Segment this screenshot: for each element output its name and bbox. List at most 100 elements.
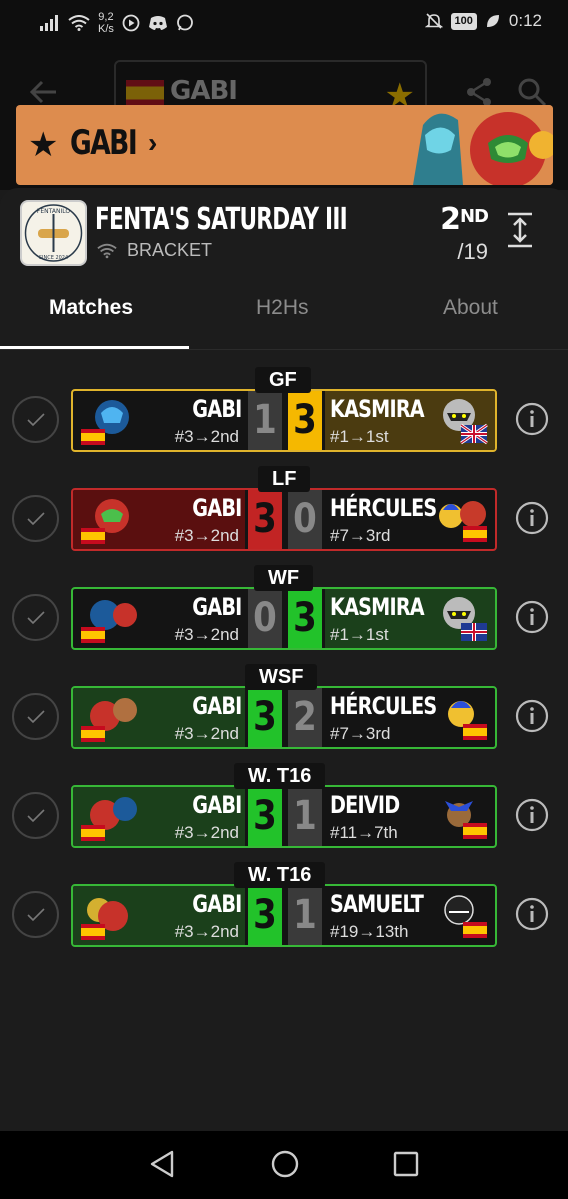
check-icon[interactable]	[12, 396, 59, 443]
signal-icon	[40, 15, 58, 31]
player1-name: GABI	[191, 791, 242, 819]
player1-side: GABI #3→2nd	[73, 490, 245, 549]
player1-side: GABI #3→2nd	[73, 688, 245, 747]
spain-flag-icon	[126, 80, 164, 106]
character-icon	[443, 399, 488, 445]
player2-side: HÉRCULES #7→3rd	[325, 688, 495, 747]
player1-seed: #3→2nd	[174, 724, 239, 743]
player2-score: 3	[288, 391, 322, 450]
player2-seed: #7→3rd	[330, 526, 391, 545]
check-icon[interactable]	[12, 495, 59, 542]
round-label: W. T16	[234, 763, 326, 789]
player2-name: HÉRCULES	[330, 692, 437, 720]
placement-number: 2	[440, 202, 461, 237]
info-icon[interactable]	[515, 600, 549, 634]
player2-side: HÉRCULES #7→3rd	[325, 490, 495, 549]
match-card[interactable]: GABI #3→2nd 1 3 KASMIRA #1→1st	[71, 389, 497, 452]
match-row: LF GABI #3→2nd 3 0 HÉRCULES #7→3rd	[0, 462, 568, 562]
tab-matches[interactable]: Matches	[49, 296, 133, 320]
player1-score: 3	[248, 490, 282, 549]
player1-side: GABI #3→2nd	[73, 589, 245, 648]
player1-name: GABI	[191, 494, 242, 522]
player2-side: DEIVID #11→7th	[325, 787, 495, 846]
tab-bar: Matches H2Hs About	[0, 284, 568, 350]
check-icon[interactable]	[12, 792, 59, 839]
info-icon[interactable]	[515, 501, 549, 535]
info-icon[interactable]	[515, 699, 549, 733]
logo-text-top: FENTANILO	[37, 208, 70, 215]
character-icon	[81, 400, 129, 445]
round-label: LF	[258, 466, 311, 492]
tab-h2hs[interactable]: H2Hs	[256, 296, 309, 320]
chevron-right-icon: ›	[148, 127, 158, 158]
character-icon	[439, 501, 487, 542]
system-nav-bar	[0, 1131, 568, 1199]
player1-seed: #3→2nd	[174, 625, 239, 644]
player2-name: KASMIRA	[330, 593, 425, 621]
player2-score: 1	[288, 787, 322, 846]
player1-score: 0	[248, 589, 282, 648]
player2-seed: #19→13th	[330, 922, 409, 941]
player1-seed: #3→2nd	[174, 823, 239, 842]
match-row: W. T16 GABI #3→2nd 3 1 SAMUELT #19→13th	[0, 858, 568, 958]
player2-seed: #7→3rd	[330, 724, 391, 743]
player2-score: 1	[288, 886, 322, 945]
player2-score: 2	[288, 688, 322, 747]
character-icon	[81, 600, 137, 643]
player1-side: GABI #3→2nd	[73, 787, 245, 846]
character-art	[403, 105, 553, 185]
match-card[interactable]: GABI #3→2nd 3 1 SAMUELT #19→13th	[71, 884, 497, 947]
share-icon[interactable]	[463, 76, 495, 108]
nav-home-icon[interactable]	[270, 1149, 300, 1179]
wifi-icon	[68, 15, 90, 31]
player-banner[interactable]: ★ GABI ›	[16, 105, 553, 185]
youtube-music-icon	[122, 14, 140, 32]
placement-suffix: ND	[459, 206, 489, 227]
search-icon[interactable]	[516, 76, 548, 108]
active-tab-indicator	[0, 346, 189, 349]
info-icon[interactable]	[515, 897, 549, 931]
check-icon[interactable]	[12, 693, 59, 740]
info-icon[interactable]	[515, 798, 549, 832]
character-icon	[444, 895, 487, 938]
match-row: WF GABI #3→2nd 0 3 KASMIRA #1→1st	[0, 561, 568, 661]
net-speed: 9,2 K/s	[98, 11, 114, 35]
round-label: WSF	[245, 664, 318, 690]
player1-name: GABI	[191, 890, 242, 918]
player1-score: 3	[248, 787, 282, 846]
logo-text-bottom: SINCE 2024	[39, 255, 68, 261]
clock: 0:12	[508, 11, 542, 30]
player2-seed: #1→1st	[330, 625, 389, 644]
player1-side: GABI #3→2nd	[73, 886, 245, 945]
character-icon	[81, 797, 137, 841]
tab-about[interactable]: About	[443, 296, 498, 320]
banner-player-name: GABI	[70, 123, 138, 163]
round-label: WF	[254, 565, 314, 591]
info-icon[interactable]	[515, 402, 549, 436]
player1-seed: #3→2nd	[174, 922, 239, 941]
match-card[interactable]: GABI #3→2nd 3 1 DEIVID #11→7th	[71, 785, 497, 848]
match-card[interactable]: GABI #3→2nd 3 2 HÉRCULES #7→3rd	[71, 686, 497, 749]
match-card[interactable]: GABI #3→2nd 3 0 HÉRCULES #7→3rd	[71, 488, 497, 551]
check-icon[interactable]	[12, 594, 59, 641]
player2-name: SAMUELT	[330, 890, 424, 918]
match-row: GF GABI #3→2nd 1 3 KASMIRA #1→1st	[0, 363, 568, 463]
player1-name: GABI	[191, 395, 242, 423]
tournament-title: FENTA'S SATURDAY III	[95, 202, 348, 237]
nav-back-icon[interactable]	[148, 1149, 176, 1179]
expand-icon[interactable]	[506, 212, 534, 248]
tournament-sheet: FENTANILO SINCE 2024 FENTA'S SATURDAY II…	[0, 188, 568, 1131]
round-label: GF	[255, 367, 311, 393]
character-icon	[443, 597, 487, 641]
star-icon: ★	[28, 126, 59, 164]
player2-score: 3	[288, 589, 322, 648]
player1-score: 3	[248, 886, 282, 945]
character-icon	[448, 701, 487, 740]
check-icon[interactable]	[12, 891, 59, 938]
leaf-icon	[486, 15, 499, 27]
nav-recents-icon[interactable]	[392, 1149, 420, 1179]
player2-name: KASMIRA	[330, 395, 425, 423]
match-card[interactable]: GABI #3→2nd 0 3 KASMIRA #1→1st	[71, 587, 497, 650]
entrants-count: /19	[457, 239, 488, 264]
character-icon	[445, 801, 487, 839]
